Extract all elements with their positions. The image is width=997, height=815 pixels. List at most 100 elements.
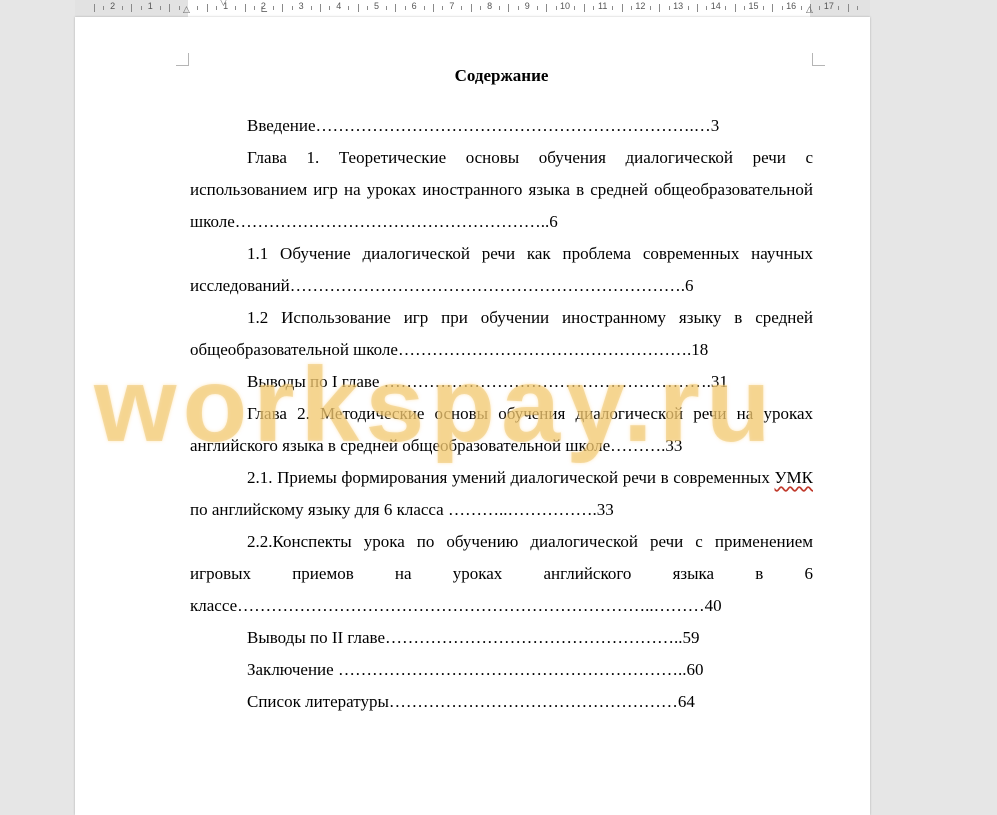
ruler-tick <box>140 6 142 10</box>
page-title: Содержание <box>454 66 549 85</box>
ruler-tick <box>433 4 435 12</box>
ruler-tick <box>442 6 444 10</box>
document-body[interactable]: Содержание Введение………………………………………………………… <box>190 61 813 718</box>
toc-item-1-2: 1.2 Использование игр при обучении иност… <box>190 308 813 359</box>
ruler-tick <box>216 6 218 10</box>
ruler-tick <box>781 6 783 10</box>
ruler-tick <box>546 4 548 12</box>
ruler-tick <box>772 4 774 12</box>
ruler-tick <box>706 6 708 10</box>
ruler-tick <box>593 6 595 10</box>
ruler-tick <box>725 6 727 10</box>
ruler-tick <box>857 6 859 10</box>
ruler-number: 5 <box>373 1 380 11</box>
ruler-number: 6 <box>411 1 417 11</box>
right-indent-marker-icon[interactable]: △ <box>806 5 813 15</box>
ruler-tick <box>357 4 359 12</box>
ruler-number: 8 <box>487 1 493 11</box>
ruler-tick <box>659 4 661 12</box>
ruler-number: 9 <box>524 1 530 11</box>
ruler-number: 16 <box>786 1 797 11</box>
ruler-tick <box>93 4 95 12</box>
ruler-number: 10 <box>559 1 571 11</box>
ruler-tick <box>404 6 406 10</box>
ruler-tick <box>178 6 180 10</box>
toc-item-introduction: Введение………………………………………………………….…3 <box>247 116 720 135</box>
ruler-number: 4 <box>336 1 342 11</box>
ruler-number: 17 <box>823 1 834 11</box>
ruler-tick <box>847 4 849 12</box>
ruler-tick <box>838 6 840 10</box>
ruler-tick <box>470 4 472 12</box>
ruler-tick <box>734 4 736 12</box>
toc-item-conclusions-ch1: Выводы по I главе ………………………………………………….31 <box>247 372 728 391</box>
ruler-tick <box>461 6 463 10</box>
ruler-tick <box>480 6 482 10</box>
ruler-tick <box>272 6 274 10</box>
ruler-tick <box>574 6 576 10</box>
ruler-tick <box>555 6 557 10</box>
ruler-tick <box>235 6 237 10</box>
ruler-tick <box>696 4 698 12</box>
ruler-tick <box>385 6 387 10</box>
toc-item-2-1: 2.1. Приемы формирования умений диалогич… <box>190 462 813 526</box>
crop-mark-top-right <box>812 53 825 66</box>
ruler-tick <box>687 6 689 10</box>
ruler-number: 14 <box>710 1 721 11</box>
ruler-tick <box>329 6 331 10</box>
toc-item-references: Список литературы……………………………………………64 <box>247 692 695 711</box>
toc-item-2-1-text-a: 2.1. Приемы формирования умений диалогич… <box>247 468 775 487</box>
spellcheck-underlined-word[interactable]: УМК <box>775 468 814 487</box>
ruler-tick <box>253 6 255 10</box>
ruler-number: 12 <box>635 1 646 11</box>
ruler-tick <box>499 6 501 10</box>
ruler-tick <box>122 6 124 10</box>
ruler-tick <box>395 4 397 12</box>
ruler-tick <box>668 6 670 10</box>
ruler-tick <box>197 6 199 10</box>
ruler-number: 7 <box>449 1 455 11</box>
tab-stop-icon[interactable]: ∟ <box>260 5 268 16</box>
ruler-tick <box>103 6 105 10</box>
ruler-tick <box>819 6 821 10</box>
horizontal-ruler[interactable]: 2 1 1 2 3 4 5 6 7 8 9 10 11 12 13 14 15 16 17 △ ▽ ∟ △ <box>75 0 870 18</box>
ruler-tick <box>630 6 632 10</box>
ruler-tick <box>310 6 312 10</box>
toc-item-chapter-2: Глава 2. Методические основы обучения ди… <box>190 404 813 455</box>
ruler-tick <box>762 6 764 10</box>
toc-item-2-1-text-b: по английскому языку для 6 класса ………..…… <box>190 500 614 519</box>
ruler-tick <box>131 4 133 12</box>
toc-item-2-2: 2.2.Конспекты урока по обучению диалогич… <box>190 532 813 615</box>
ruler-tick <box>423 6 425 10</box>
crop-mark-top-left <box>176 53 189 66</box>
ruler-tick <box>744 6 746 10</box>
left-indent-marker-icon[interactable]: △ <box>183 5 190 15</box>
ruler-tick <box>583 4 585 12</box>
ruler-number: 1 <box>147 1 153 11</box>
toc-item-conclusion: Заключение ……………………………………………………..60 <box>247 660 704 679</box>
ruler-tick <box>536 6 538 10</box>
toc-item-conclusions-ch2: Выводы по II главе……………………………………………..59 <box>247 628 700 647</box>
ruler-tick <box>517 6 519 10</box>
ruler-tick <box>244 4 246 12</box>
ruler-tick <box>508 4 510 12</box>
ruler-tick <box>291 6 293 10</box>
ruler-tick <box>800 6 802 10</box>
ruler-tick <box>367 6 369 10</box>
ruler-number: 3 <box>298 1 304 11</box>
ruler-tick <box>348 6 350 10</box>
ruler-number: 15 <box>748 1 759 11</box>
document-page[interactable]: Содержание Введение………………………………………………………… <box>75 17 870 815</box>
ruler-tick <box>319 4 321 12</box>
first-line-indent-marker-icon[interactable]: ▽ <box>220 0 227 8</box>
ruler-number: 2 <box>110 1 116 11</box>
ruler-tick <box>621 4 623 12</box>
toc-item-chapter-1: Глава 1. Теоретические основы обучения д… <box>190 148 813 231</box>
ruler-tick <box>206 4 208 12</box>
ruler-tick <box>612 6 614 10</box>
table-of-contents: Введение………………………………………………………….…3 Глава … <box>190 110 813 718</box>
ruler-tick <box>159 6 161 10</box>
toc-item-1-1: 1.1 Обучение диалогической речи как проб… <box>190 244 813 295</box>
ruler-number: 11 <box>598 1 608 11</box>
ruler-tick <box>282 4 284 12</box>
